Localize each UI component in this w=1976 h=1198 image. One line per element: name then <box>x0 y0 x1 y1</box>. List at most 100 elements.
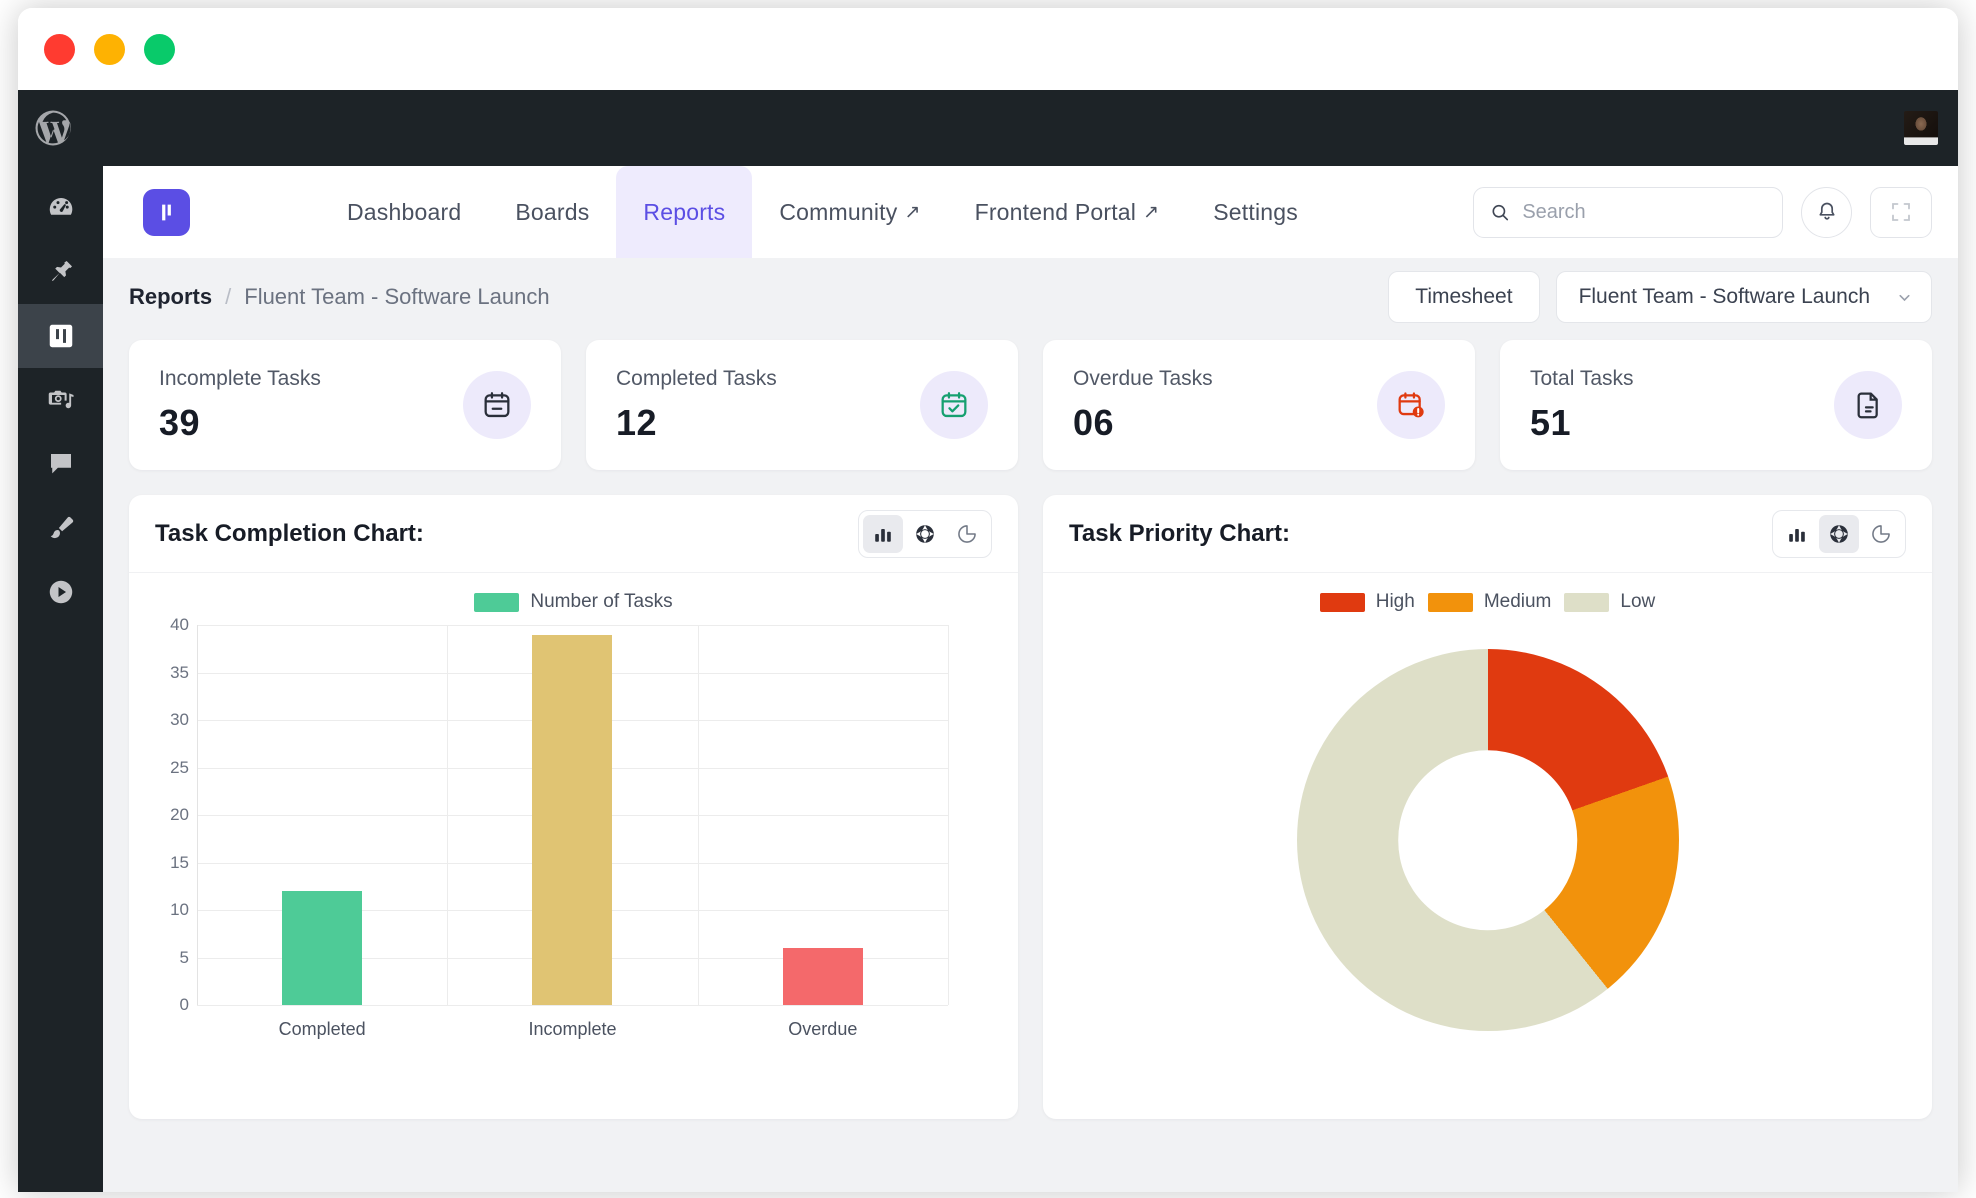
legend-label: Medium <box>1483 591 1552 612</box>
sidebar-item-comments[interactable] <box>18 432 103 496</box>
y-axis-tick: 0 <box>179 995 189 1014</box>
wordpress-admin-bar <box>18 90 1958 166</box>
x-axis-tick: Completed <box>278 1019 366 1039</box>
nav-link-label: Boards <box>515 198 590 225</box>
nav-link-reports[interactable]: Reports <box>616 166 753 258</box>
nav-link-boards[interactable]: Boards <box>488 182 616 243</box>
wordpress-logo-icon[interactable] <box>32 107 74 149</box>
sidebar-item-posts[interactable] <box>18 240 103 304</box>
legend-swatch <box>1427 592 1473 612</box>
close-window-button[interactable] <box>44 33 75 65</box>
panel-body: High Medium Low <box>1043 573 1932 1119</box>
stat-label: Incomplete Tasks <box>159 366 321 390</box>
stat-icon-wrap <box>1377 371 1445 439</box>
legend-swatch <box>1564 592 1610 612</box>
search-box[interactable] <box>1473 186 1783 238</box>
sidebar-item-boards[interactable] <box>18 304 103 368</box>
pie-chart-toggle[interactable] <box>1861 515 1901 553</box>
board-select-value: Fluent Team - Software Launch <box>1578 285 1870 308</box>
chart-type-toggle-group <box>858 509 992 558</box>
fullscreen-button[interactable] <box>1870 186 1932 238</box>
calendar-alert-icon <box>1398 392 1424 418</box>
legend-item-low[interactable]: Low <box>1564 591 1655 613</box>
pie-chart-toggle[interactable] <box>947 515 987 553</box>
pie-chart-icon <box>958 524 976 543</box>
stat-text: Incomplete Tasks 39 <box>159 367 321 444</box>
stat-text: Overdue Tasks 06 <box>1073 367 1213 444</box>
bell-icon <box>1818 202 1835 220</box>
browser-window: Dashboard Boards Reports Community ↗ Fro… <box>18 8 1958 1192</box>
legend-item-medium[interactable]: Medium <box>1427 591 1552 613</box>
legend-label: Low <box>1620 591 1656 612</box>
panel-task-priority-chart: Task Priority Chart: High Medium Low <box>1043 495 1932 1119</box>
legend-swatch <box>1319 592 1365 612</box>
page-content: Reports / Fluent Team - Software Launch … <box>103 258 1958 1192</box>
bar-cell <box>197 625 447 1005</box>
x-axis-labels: Completed Incomplete Overdue <box>197 1019 948 1040</box>
y-axis-labels: 0 5 10 15 20 25 30 35 40 <box>149 615 189 1014</box>
stat-card-overdue-tasks: Overdue Tasks 06 <box>1043 340 1475 470</box>
sidebar-item-plugins[interactable] <box>18 560 103 624</box>
app-logo-icon[interactable] <box>143 188 190 236</box>
bar[interactable] <box>282 891 363 1005</box>
y-axis-tick: 10 <box>170 900 189 919</box>
bar-chart-icon <box>1789 528 1805 542</box>
stat-value: 12 <box>616 401 658 443</box>
gauge-icon <box>49 197 72 215</box>
sidebar-item-dashboard[interactable] <box>18 176 103 240</box>
donut-chart-plot <box>1063 625 1912 1055</box>
nav-link-dashboard[interactable]: Dashboard <box>320 182 488 243</box>
external-link-icon: ↗ <box>904 201 921 223</box>
nav-link-frontend-portal[interactable]: Frontend Portal ↗ <box>948 182 1187 243</box>
chart-legend: Number of Tasks <box>149 591 998 613</box>
donut-chart-icon <box>1830 524 1848 543</box>
stat-text: Total Tasks 51 <box>1530 367 1634 444</box>
nav-link-label: Settings <box>1213 198 1298 225</box>
bar[interactable] <box>532 634 613 1005</box>
search-input[interactable] <box>1522 200 1766 224</box>
search-icon <box>1492 204 1509 220</box>
stat-value: 39 <box>159 401 201 443</box>
nav-link-community[interactable]: Community ↗ <box>752 182 947 243</box>
sidebar-item-appearance[interactable] <box>18 496 103 560</box>
board-select[interactable]: Fluent Team - Software Launch <box>1555 271 1932 323</box>
stat-value: 06 <box>1073 401 1115 443</box>
page-body: Dashboard Boards Reports Community ↗ Fro… <box>18 166 1958 1192</box>
minimize-window-button[interactable] <box>94 33 125 65</box>
panel-header: Task Priority Chart: <box>1043 495 1932 573</box>
stat-card-total-tasks: Total Tasks 51 <box>1500 340 1932 470</box>
bar-chart-toggle[interactable] <box>863 514 903 553</box>
nav-link-settings[interactable]: Settings <box>1186 182 1325 243</box>
app-navbar: Dashboard Boards Reports Community ↗ Fro… <box>103 166 1958 258</box>
chart-type-toggle-group <box>1772 509 1906 558</box>
donut-chart[interactable] <box>1296 649 1679 1031</box>
maximize-window-button[interactable] <box>144 33 175 65</box>
calendar-minus-icon <box>484 392 510 418</box>
stat-text: Completed Tasks 12 <box>616 367 777 444</box>
breadcrumb: Reports / Fluent Team - Software Launch <box>129 284 550 310</box>
bar-cell <box>447 625 697 1005</box>
donut-chart-toggle[interactable] <box>905 515 945 553</box>
legend-swatch <box>474 592 520 612</box>
legend-item[interactable]: Number of Tasks <box>474 591 673 613</box>
kanban-glyph-icon <box>162 204 171 220</box>
donut-chart-toggle[interactable] <box>1819 514 1859 553</box>
bar-cell <box>698 625 948 1005</box>
bar[interactable] <box>782 948 863 1005</box>
grid-line-vertical <box>948 625 949 1005</box>
notifications-button[interactable] <box>1801 186 1852 238</box>
timesheet-button[interactable]: Timesheet <box>1388 271 1540 323</box>
bar-chart-toggle[interactable] <box>1777 515 1817 553</box>
breadcrumb-root[interactable]: Reports <box>129 284 212 310</box>
panel-title: Task Completion Chart: <box>155 519 424 547</box>
stat-icon-wrap <box>1834 371 1902 439</box>
nav-links: Dashboard Boards Reports Community ↗ Fro… <box>320 166 1325 258</box>
user-avatar[interactable] <box>1904 111 1938 145</box>
y-axis-tick: 30 <box>170 710 189 729</box>
y-axis-tick: 20 <box>170 805 189 824</box>
document-icon <box>1857 392 1878 419</box>
x-axis-tick: Incomplete <box>528 1019 617 1039</box>
external-link-icon: ↗ <box>1143 201 1160 223</box>
sidebar-item-media[interactable] <box>18 368 103 432</box>
legend-item-high[interactable]: High <box>1319 591 1415 613</box>
